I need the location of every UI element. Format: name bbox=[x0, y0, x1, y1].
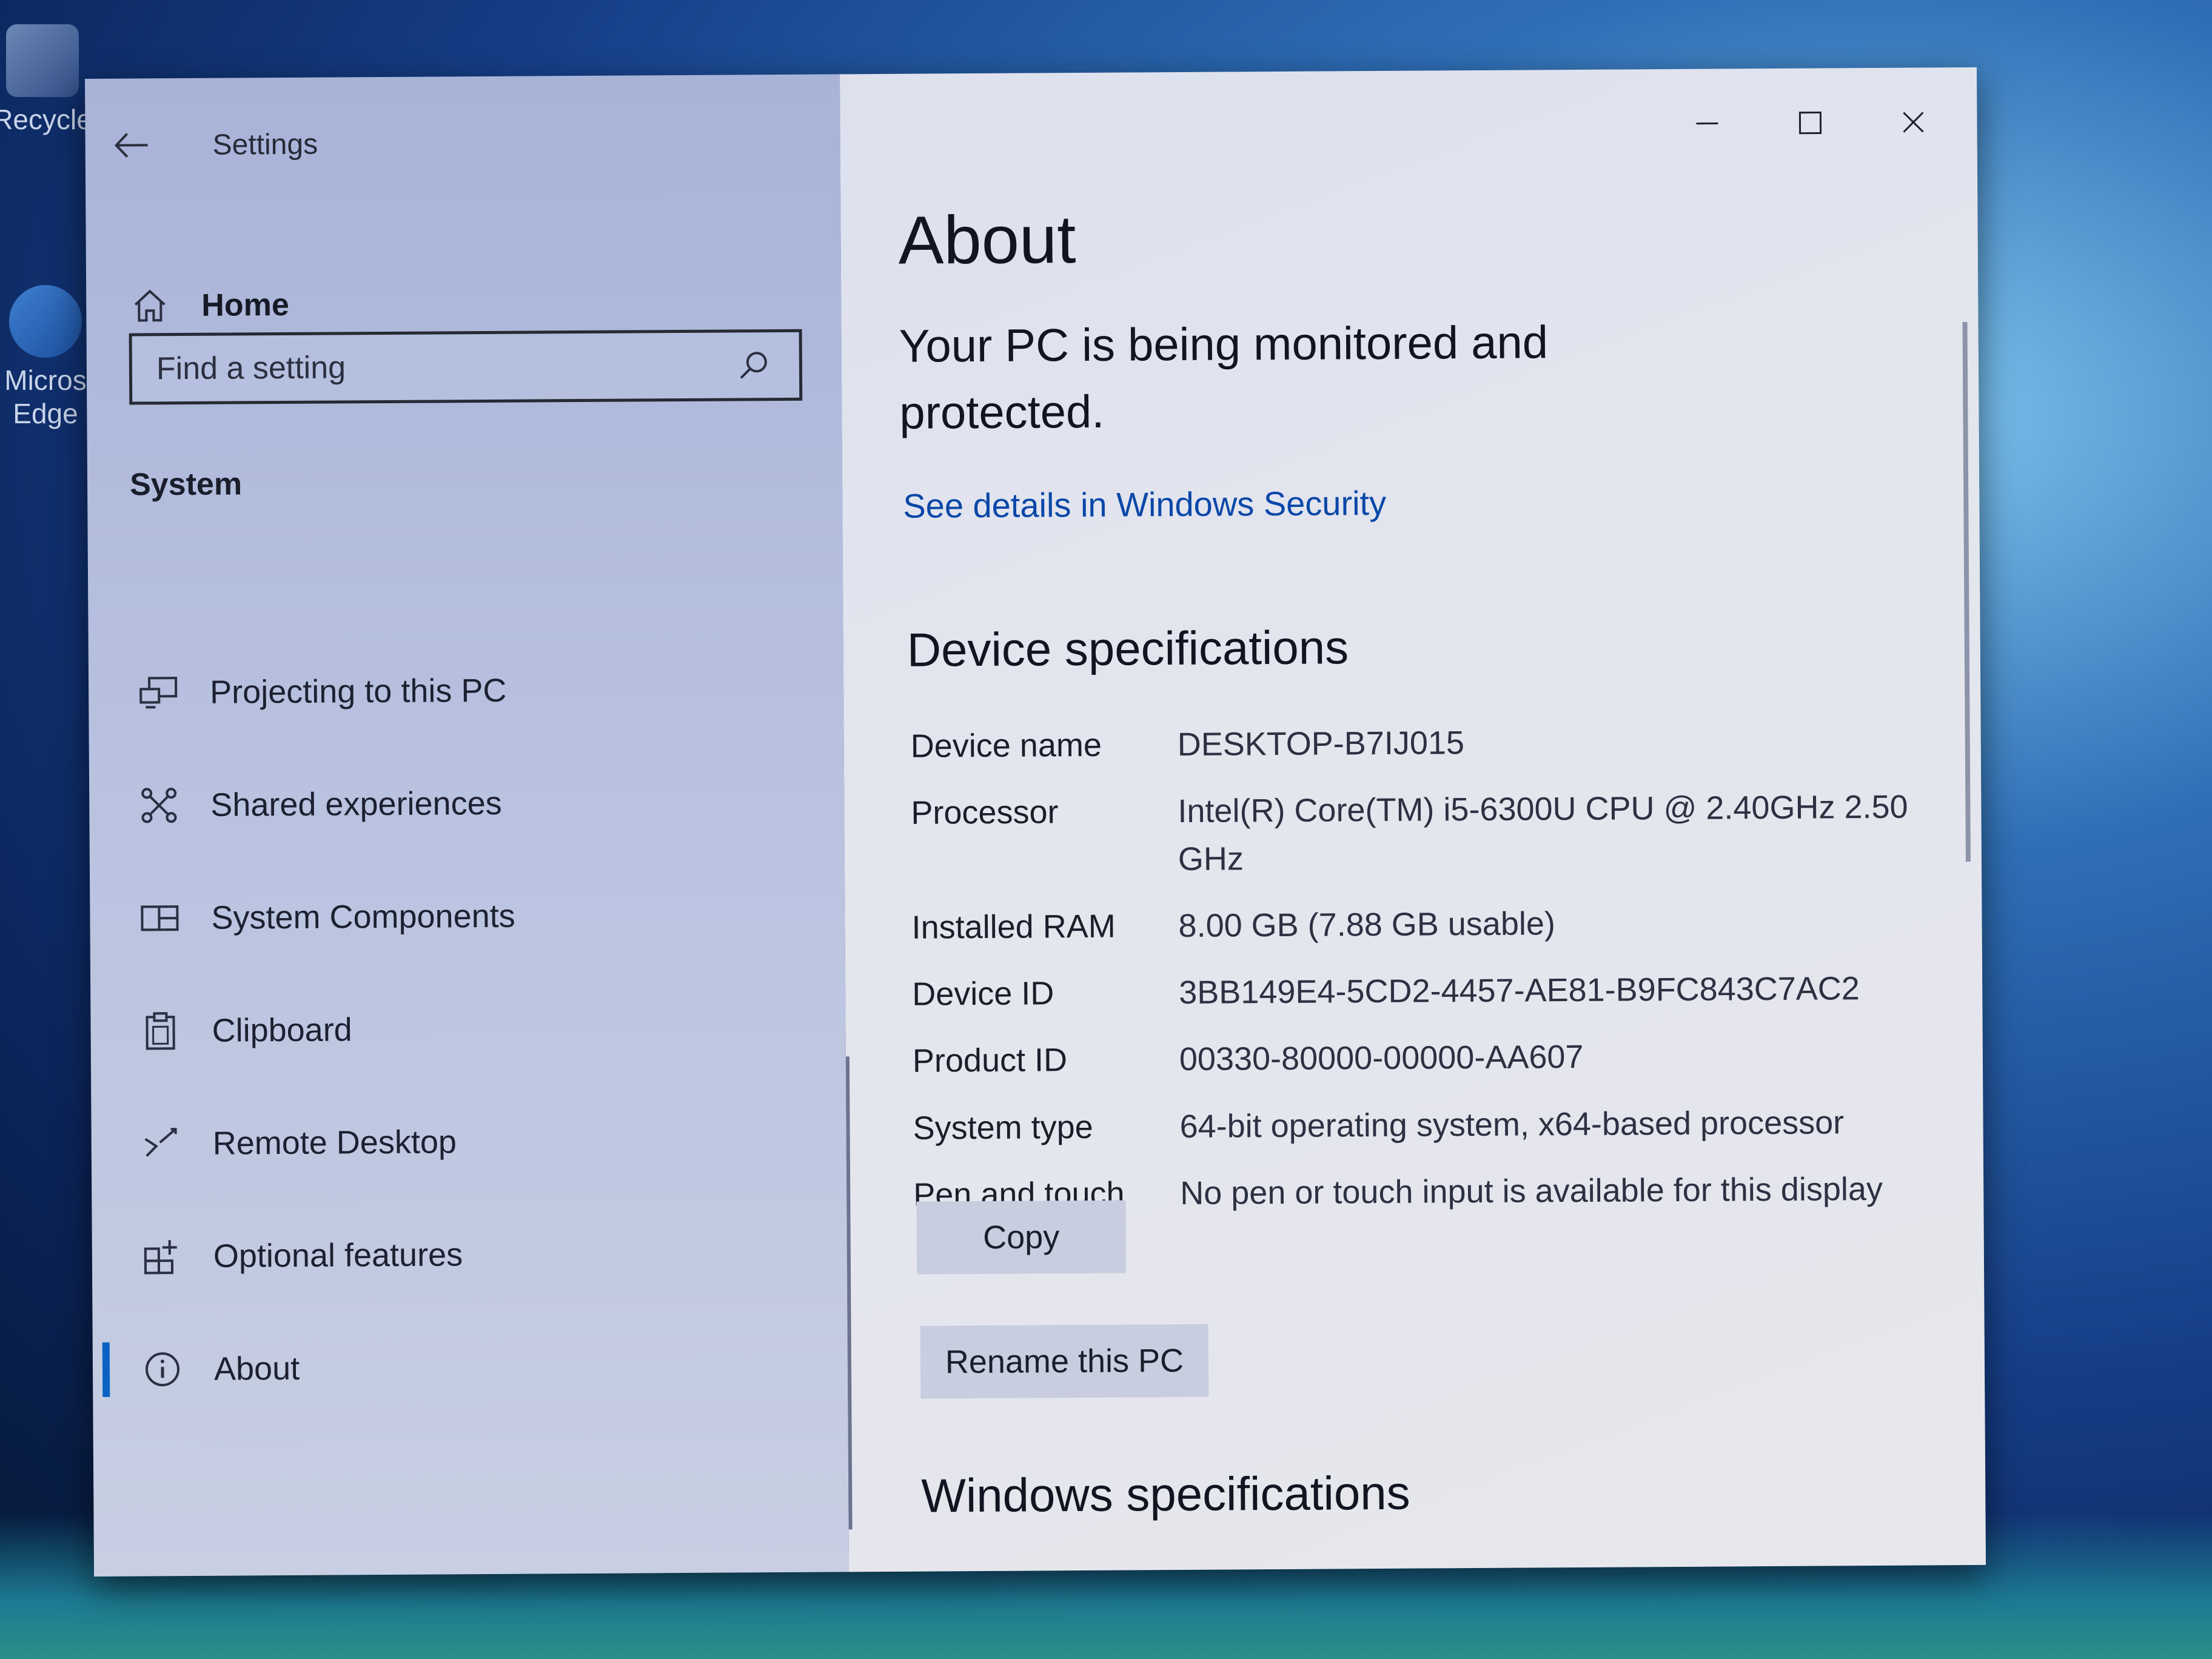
search-icon[interactable] bbox=[732, 344, 775, 386]
device-specifications-table: Device name DESKTOP-B7IJ015 Processor In… bbox=[911, 716, 1945, 1238]
sidebar-item-label: Shared experiences bbox=[210, 785, 502, 823]
sidebar-item-home[interactable]: Home bbox=[122, 272, 289, 340]
maximize-icon bbox=[1798, 112, 1822, 135]
sidebar-item-projecting[interactable]: Projecting to this PC bbox=[125, 632, 844, 749]
close-button[interactable] bbox=[1862, 85, 1965, 159]
device-specifications-heading: Device specifications bbox=[907, 620, 1349, 677]
settings-sidebar: Settings Home Find a setting System Proj… bbox=[85, 74, 850, 1577]
page-title: About bbox=[898, 201, 1076, 278]
protection-status-text: Your PC is being monitored and protected… bbox=[899, 317, 1549, 439]
spec-row: Device ID 3BB149E4-5CD2-4457-AE81-B9FC84… bbox=[912, 964, 1943, 1018]
spec-value: No pen or touch input is available for t… bbox=[1180, 1171, 1883, 1212]
info-icon bbox=[135, 1342, 190, 1397]
edge-icon bbox=[9, 285, 82, 358]
sidebar-item-label: Clipboard bbox=[212, 1011, 352, 1049]
close-icon bbox=[1903, 112, 1924, 133]
desktop-icon-label: Micros Edge bbox=[4, 364, 87, 430]
sidebar-item-about[interactable]: About bbox=[129, 1309, 848, 1426]
spec-row: System type 64-bit operating system, x64… bbox=[913, 1098, 1943, 1152]
windows-security-link[interactable]: See details in Windows Security bbox=[903, 483, 1386, 526]
back-button[interactable] bbox=[85, 109, 176, 182]
back-arrow-icon bbox=[114, 133, 148, 158]
search-input[interactable]: Find a setting bbox=[129, 329, 803, 405]
sidebar-item-optional-features[interactable]: Optional features bbox=[128, 1196, 847, 1313]
sidebar-item-label: Remote Desktop bbox=[212, 1124, 457, 1162]
spec-row: Installed RAM 8.00 GB (7.88 GB usable) bbox=[911, 897, 1942, 951]
home-label: Home bbox=[201, 287, 289, 323]
home-icon bbox=[122, 278, 178, 333]
sidebar-item-label: About bbox=[213, 1350, 300, 1387]
scrollbar[interactable] bbox=[1962, 322, 1971, 862]
about-page: About Your PC is being monitored and pro… bbox=[839, 67, 1986, 1572]
maximize-button[interactable] bbox=[1758, 86, 1862, 159]
edge-desktop-icon[interactable]: Micros Edge bbox=[0, 285, 97, 431]
remote-desktop-icon bbox=[133, 1116, 189, 1171]
optional-features-icon bbox=[135, 1229, 190, 1284]
search-placeholder: Find a setting bbox=[156, 350, 346, 387]
sidebar-item-clipboard[interactable]: Clipboard bbox=[127, 970, 846, 1087]
sidebar-item-remote-desktop[interactable]: Remote Desktop bbox=[127, 1083, 846, 1200]
spec-row: Device name DESKTOP-B7IJ015 bbox=[911, 716, 1942, 770]
spec-value: DESKTOP-B7IJ015 bbox=[1177, 725, 1465, 763]
spec-label: Installed RAM bbox=[911, 908, 1116, 946]
recycle-bin-desktop-icon[interactable]: Recycle bbox=[0, 24, 97, 136]
title-bar: Settings bbox=[85, 108, 318, 182]
sidebar-item-label: System Components bbox=[211, 897, 515, 936]
spec-label: Device ID bbox=[912, 975, 1054, 1013]
spec-value: 64-bit operating system, x64-based proce… bbox=[1179, 1104, 1845, 1145]
sidebar-item-shared-experiences[interactable]: Shared experiences bbox=[126, 745, 845, 862]
shared-experiences-icon bbox=[132, 778, 187, 833]
clipboard-icon bbox=[133, 1004, 188, 1059]
spec-value: 00330-80000-00000-AA607 bbox=[1179, 1039, 1584, 1078]
spec-label: Device name bbox=[910, 726, 1102, 765]
projector-icon bbox=[131, 665, 186, 720]
minimize-icon bbox=[1696, 122, 1718, 125]
spec-label: Product ID bbox=[912, 1042, 1068, 1080]
spec-label: Processor bbox=[911, 794, 1059, 831]
spec-row: Processor Intel(R) Core(TM) i5-6300U CPU… bbox=[911, 783, 1942, 885]
section-label-system: System bbox=[129, 466, 243, 503]
sidebar-nav-list: Projecting to this PC Shared experiences bbox=[125, 632, 848, 1426]
minimize-button[interactable] bbox=[1655, 87, 1759, 160]
window-title: Settings bbox=[212, 128, 318, 161]
spec-value: 8.00 GB (7.88 GB usable) bbox=[1178, 905, 1556, 944]
recycle-bin-icon bbox=[6, 24, 79, 97]
window-controls bbox=[1655, 85, 1965, 160]
desktop-icon-label: Recycle bbox=[0, 104, 92, 135]
spec-value: 3BB149E4-5CD2-4457-AE81-B9FC843C7AC2 bbox=[1179, 970, 1860, 1011]
sidebar-item-label: Optional features bbox=[213, 1236, 463, 1275]
settings-window: Settings Home Find a setting System Proj… bbox=[85, 67, 1986, 1577]
rename-pc-button[interactable]: Rename this PC bbox=[920, 1324, 1209, 1399]
sidebar-item-label: Projecting to this PC bbox=[210, 672, 507, 711]
windows-specifications-heading: Windows specifications bbox=[921, 1466, 1410, 1523]
sidebar-item-system-components[interactable]: System Components bbox=[126, 857, 845, 974]
spec-row: Product ID 00330-80000-00000-AA607 bbox=[913, 1031, 1943, 1085]
spec-value: Intel(R) Core(TM) i5-6300U CPU @ 2.40GHz… bbox=[1178, 788, 1908, 877]
system-components-icon bbox=[132, 891, 187, 946]
spec-label: System type bbox=[913, 1108, 1093, 1147]
copy-button[interactable]: Copy bbox=[916, 1200, 1127, 1275]
